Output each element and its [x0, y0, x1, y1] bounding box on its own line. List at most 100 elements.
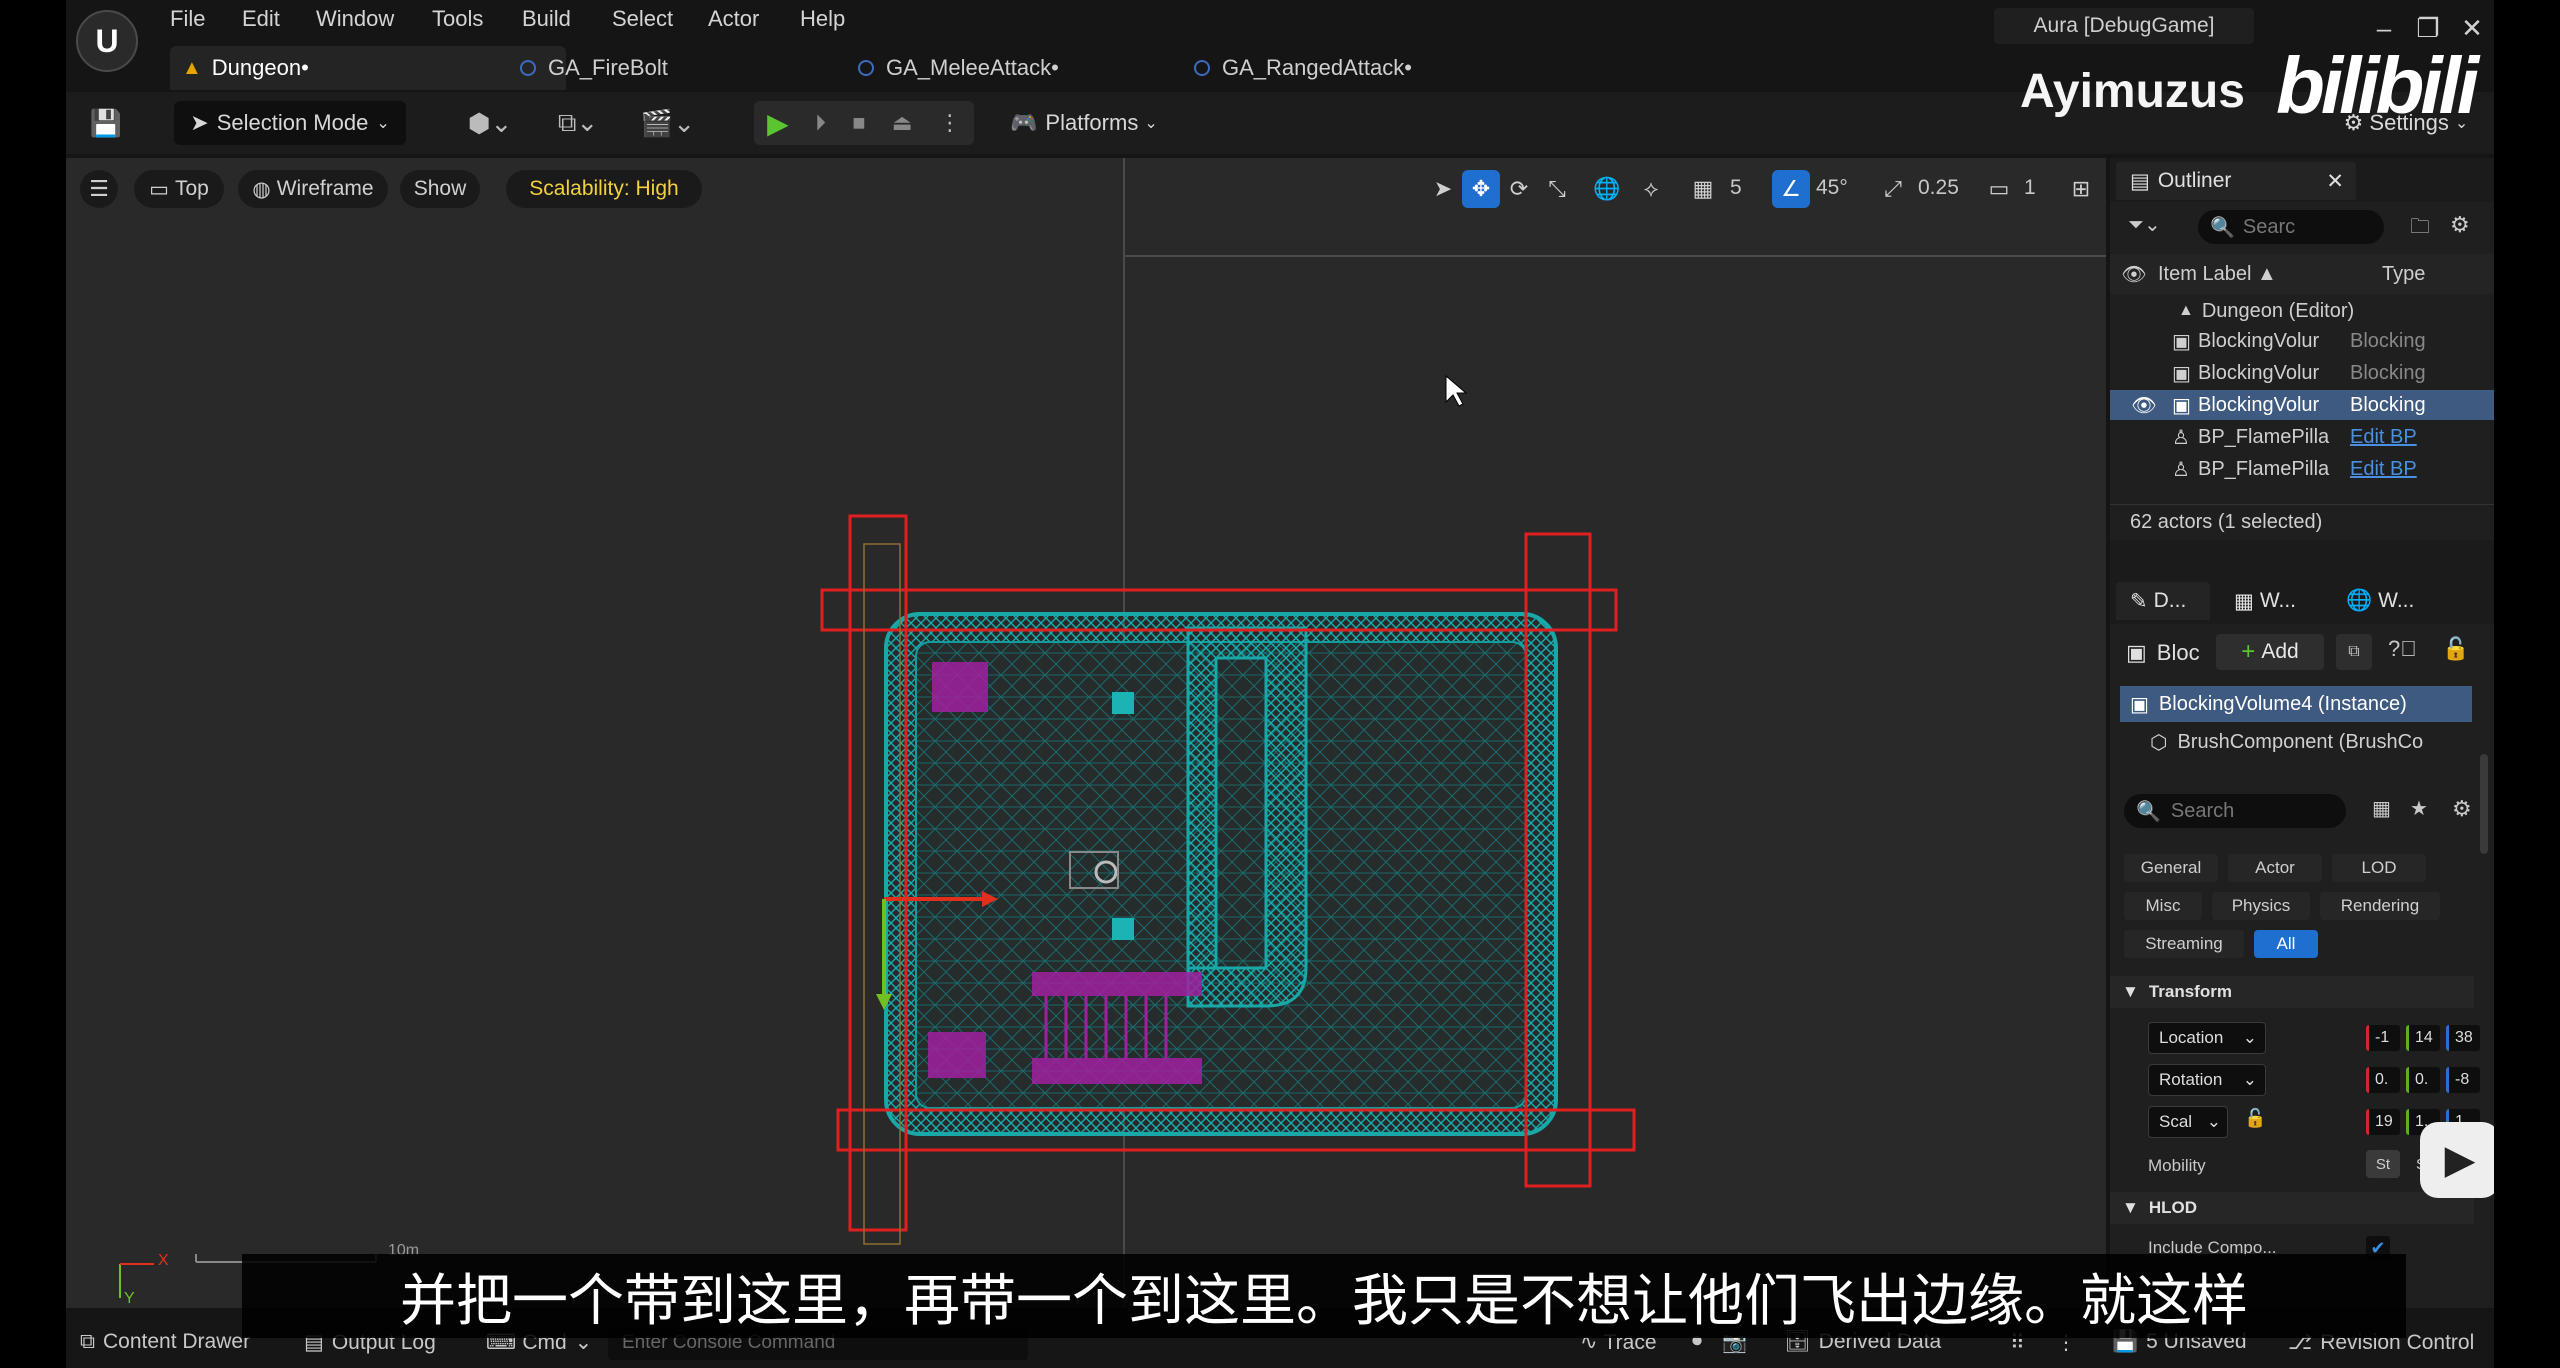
filter-lod[interactable]: LOD: [2332, 854, 2426, 882]
menu-build[interactable]: Build: [522, 6, 571, 36]
advance-frame-icon[interactable]: ⏵: [815, 110, 826, 136]
menu-tools[interactable]: Tools: [432, 6, 483, 36]
location-x-field[interactable]: -1: [2366, 1025, 2400, 1051]
outliner-row[interactable]: ♙ BP_FlamePilla Edit BP: [2110, 422, 2494, 452]
visibility-icon[interactable]: 👁: [2116, 393, 2172, 418]
filter-general[interactable]: General: [2124, 854, 2218, 882]
filter-misc[interactable]: Misc: [2124, 892, 2202, 920]
tab-outliner[interactable]: ▤ Outliner ✕: [2116, 162, 2356, 200]
gear-icon[interactable]: ⚙: [2450, 212, 2480, 242]
scale-dropdown[interactable]: Scal ⌄: [2148, 1106, 2228, 1138]
rotation-x-field[interactable]: 0.: [2366, 1067, 2400, 1093]
menu-file[interactable]: File: [170, 6, 205, 36]
tab-details[interactable]: ✎ D...: [2116, 582, 2210, 620]
column-type[interactable]: Type: [2382, 263, 2425, 286]
blueprint-menu-icon[interactable]: ⧉⌄: [548, 101, 608, 145]
menu-window[interactable]: Window: [316, 6, 394, 36]
hlod-header[interactable]: ▼ HLOD: [2110, 1192, 2474, 1224]
volume-icon: ▣: [2172, 362, 2191, 385]
details-panel: ▣ Bloc + Add ⧉ ?⃝ 🔓 ▣ BlockingVolume4 (I…: [2110, 624, 2494, 1308]
outliner-row[interactable]: ▣ BlockingVolur Blocking: [2110, 358, 2494, 388]
menu-actor[interactable]: Actor: [708, 6, 759, 36]
tab-dungeon[interactable]: ▲ Dungeon•: [170, 46, 566, 90]
outliner-status: 62 actors (1 selected): [2110, 504, 2494, 540]
star-icon[interactable]: ★: [2410, 796, 2440, 826]
cinematics-icon[interactable]: 🎬⌄: [638, 101, 698, 145]
eject-icon[interactable]: ⏏: [892, 110, 913, 136]
menu-help[interactable]: Help: [800, 6, 845, 36]
details-search-input[interactable]: 🔍 Search: [2124, 794, 2346, 828]
rotation-z-field[interactable]: -8: [2446, 1067, 2480, 1093]
details-scrollbar[interactable]: [2480, 754, 2488, 854]
column-item-label[interactable]: Item Label ▲: [2158, 263, 2382, 286]
outliner-row[interactable]: ♙ BP_FlamePilla Edit BP: [2110, 454, 2494, 484]
outliner-root[interactable]: ▲ Dungeon (Editor): [2110, 296, 2494, 326]
platforms-button[interactable]: 🎮 Platforms ⌄: [1010, 101, 1180, 145]
chevron-down-icon: ⌄: [2206, 1112, 2221, 1131]
cube-icon: ⬡: [2150, 731, 2168, 754]
item-label: BP_FlamePilla: [2198, 457, 2330, 480]
scale-x-field[interactable]: 19: [2366, 1109, 2400, 1135]
item-label: BP_FlamePilla: [2198, 425, 2330, 448]
actor-short-label: Bloc: [2156, 640, 2200, 665]
blueprint-icon: [520, 60, 536, 76]
filter-icon[interactable]: ⏷⌄: [2128, 212, 2188, 244]
more-options-icon[interactable]: ⋮: [939, 110, 961, 136]
table-view-icon[interactable]: ▦: [2372, 796, 2402, 826]
rotation-dropdown[interactable]: Rotation ⌄: [2148, 1064, 2266, 1096]
add-folder-icon[interactable]: 🗀: [2410, 212, 2440, 242]
menu-select[interactable]: Select: [612, 6, 673, 36]
unreal-logo-icon[interactable]: U: [76, 10, 138, 72]
item-type[interactable]: Edit BP: [2350, 458, 2417, 481]
watermark-name: Ayimuzus: [2020, 65, 2245, 118]
lock-icon[interactable]: 🔓: [2442, 636, 2472, 666]
component-instance-row[interactable]: ▣ BlockingVolume4 (Instance): [2120, 686, 2472, 722]
blueprint-icon: [1194, 60, 1210, 76]
mobility-static[interactable]: St: [2366, 1150, 2400, 1178]
transform-header[interactable]: ▼ Transform: [2110, 976, 2474, 1008]
tab-ga-rangedattack[interactable]: GA_RangedAttack•: [1182, 46, 1512, 90]
lock-scale-icon[interactable]: 🔓: [2244, 1108, 2266, 1129]
watermark-logo: bilibili: [2276, 41, 2479, 130]
outliner-row-selected[interactable]: 👁 ▣ BlockingVolur Blocking: [2110, 390, 2494, 420]
component-row[interactable]: ⬡ BrushComponent (BrushCo: [2150, 724, 2480, 760]
location-z-field[interactable]: 38: [2446, 1025, 2480, 1051]
gear-icon[interactable]: ⚙: [2452, 796, 2482, 826]
content-drawer-button[interactable]: ⧉ Content Drawer: [80, 1330, 250, 1354]
rotation-y-field[interactable]: 0.: [2406, 1067, 2440, 1093]
stop-icon[interactable]: ■: [852, 110, 865, 136]
filter-all[interactable]: All: [2254, 930, 2318, 958]
add-actor-icon[interactable]: ⬢⌄: [460, 101, 520, 145]
filter-streaming[interactable]: Streaming: [2124, 930, 2244, 958]
location-y-field[interactable]: 14: [2406, 1025, 2440, 1051]
editor-window: U File Edit Window Tools Build Select Ac…: [66, 0, 2494, 1368]
close-icon[interactable]: ✕: [2326, 169, 2344, 194]
tab-ga-meleeattack[interactable]: GA_MeleeAttack•: [846, 46, 1166, 90]
tab-world[interactable]: ▦ W...: [2220, 582, 2338, 620]
outliner-header: 👁 Item Label ▲ Type: [2110, 254, 2494, 294]
outliner-row[interactable]: ▣ BlockingVolur Blocking: [2110, 326, 2494, 356]
menu-edit[interactable]: Edit: [242, 6, 280, 36]
blueprint-convert-icon[interactable]: ⧉: [2336, 634, 2372, 670]
save-icon[interactable]: 💾: [84, 101, 128, 145]
scene-wireframe: [119, 158, 2106, 1308]
outliner-search-input[interactable]: 🔍 Searc: [2198, 210, 2384, 244]
search-placeholder: Searc: [2242, 215, 2296, 238]
add-component-button[interactable]: + Add: [2216, 634, 2324, 670]
visibility-icon[interactable]: 👁: [2110, 262, 2158, 287]
play-icon[interactable]: ▶: [767, 107, 789, 140]
mobility-label: Mobility: [2148, 1156, 2206, 1175]
item-type[interactable]: Edit BP: [2350, 426, 2417, 449]
tab-ga-firebolt[interactable]: GA_FireBolt: [508, 46, 828, 90]
filter-physics[interactable]: Physics: [2212, 892, 2310, 920]
filter-rendering[interactable]: Rendering: [2320, 892, 2440, 920]
filter-actor[interactable]: Actor: [2228, 854, 2322, 882]
help-icon[interactable]: ?⃝: [2388, 636, 2418, 666]
selection-mode-button[interactable]: ➤ Selection Mode ⌄: [174, 101, 406, 145]
tab-world-settings[interactable]: 🌐 W...: [2332, 582, 2450, 620]
search-placeholder: Search: [2170, 799, 2235, 822]
location-dropdown[interactable]: Location ⌄: [2148, 1022, 2266, 1054]
level-viewport[interactable]: ☰ ▭ Top ◍ Wireframe Show Scalability: Hi…: [66, 158, 2106, 1308]
root-label: Dungeon (Editor): [2201, 299, 2355, 322]
content-drawer-label: Content Drawer: [103, 1330, 251, 1353]
